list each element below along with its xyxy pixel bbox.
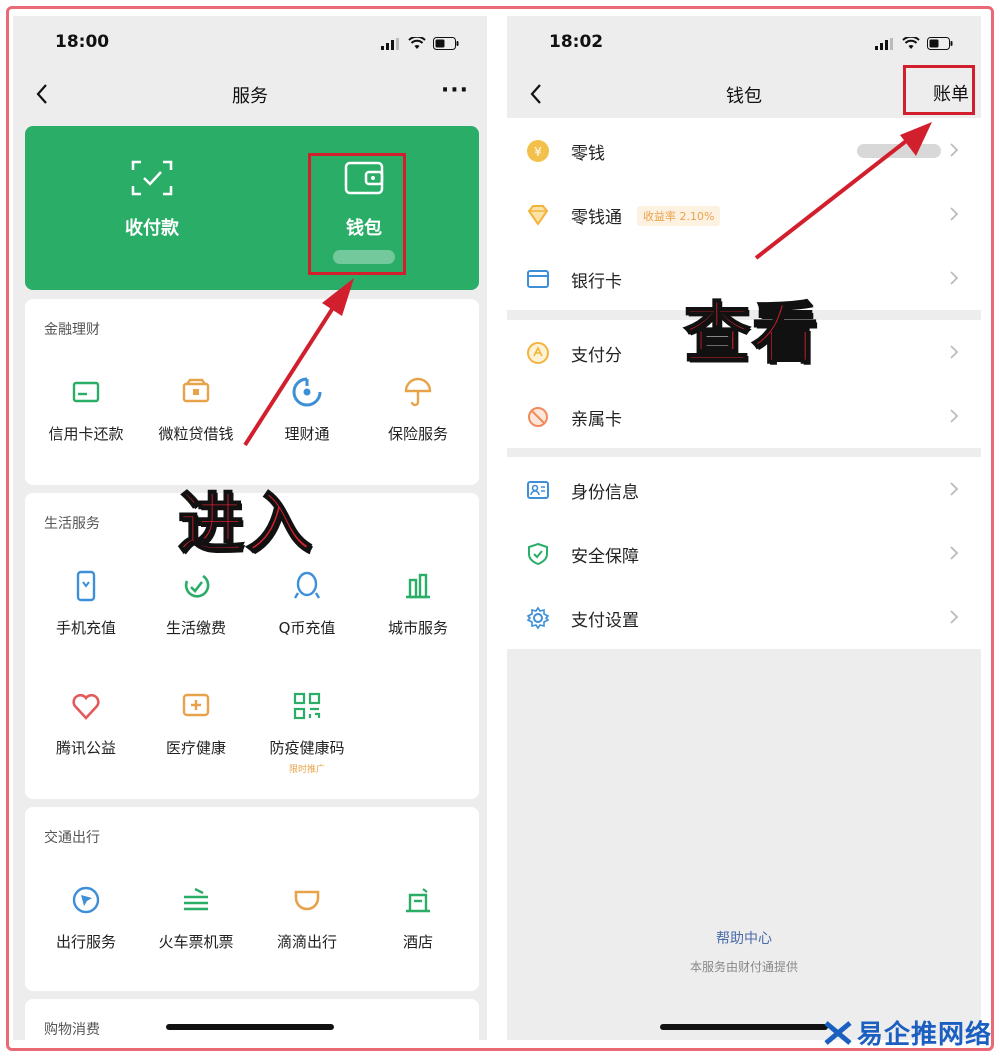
enter-annotation: 进入 [177,484,314,563]
watermark: 易企推网络 [823,1014,992,1051]
watermark-text: 易企推网络 [856,1020,992,1050]
enter-arrow [243,278,354,447]
view-arrow [754,122,932,260]
annotation-arrows [243,122,932,447]
watermark-logo-icon [824,1020,852,1045]
view-annotation: 查看 [683,294,820,373]
